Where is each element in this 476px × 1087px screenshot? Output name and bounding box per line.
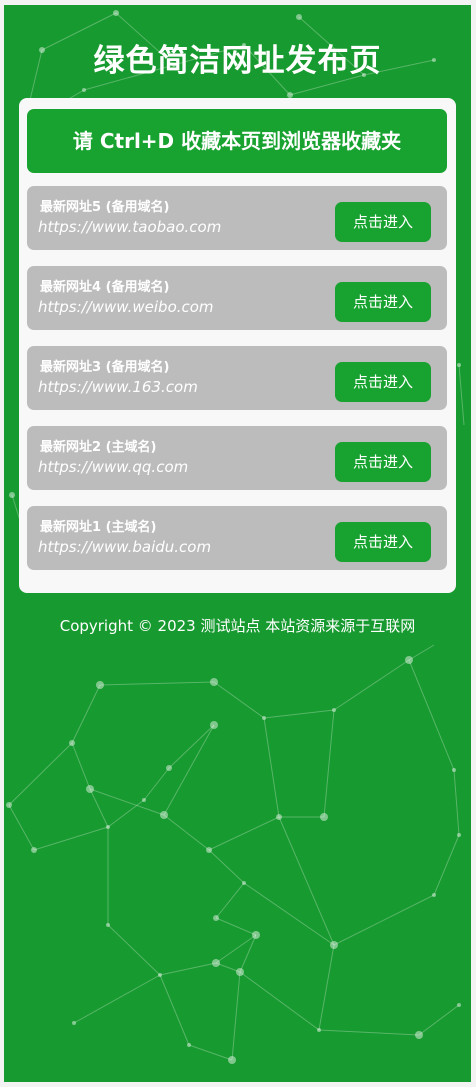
link-label: 最新网址3 (备用域名) <box>40 360 170 375</box>
enter-button[interactable]: 点击进入 <box>335 362 431 402</box>
link-url: https://www.weibo.com <box>38 298 214 316</box>
link-label: 最新网址4 (备用域名) <box>40 280 170 295</box>
link-label: 最新网址2 (主域名) <box>40 440 157 455</box>
page-background: 绿色简洁网址发布页 请 Ctrl+D 收藏本页到浏览器收藏夹 最新网址5 (备用… <box>4 5 471 1082</box>
bookmark-notice: 请 Ctrl+D 收藏本页到浏览器收藏夹 <box>27 109 447 173</box>
link-row-3: 最新网址3 (备用域名) https://www.163.com 点击进入 <box>27 346 447 410</box>
link-row-4: 最新网址4 (备用域名) https://www.weibo.com 点击进入 <box>27 266 447 330</box>
enter-button[interactable]: 点击进入 <box>335 442 431 482</box>
link-row-5: 最新网址5 (备用域名) https://www.taobao.com 点击进入 <box>27 186 447 250</box>
link-label: 最新网址1 (主域名) <box>40 520 157 535</box>
enter-button[interactable]: 点击进入 <box>335 202 431 242</box>
enter-button[interactable]: 点击进入 <box>335 522 431 562</box>
link-row-1: 最新网址1 (主域名) https://www.baidu.com 点击进入 <box>27 506 447 570</box>
link-label: 最新网址5 (备用域名) <box>40 200 170 215</box>
link-url: https://www.qq.com <box>38 458 189 476</box>
copyright-footer: Copyright © 2023 测试站点 本站资源来源于互联网 <box>59 617 416 635</box>
link-row-2: 最新网址2 (主域名) https://www.qq.com 点击进入 <box>27 426 447 490</box>
enter-button[interactable]: 点击进入 <box>335 282 431 322</box>
link-url: https://www.163.com <box>38 378 198 396</box>
page-title: 绿色简洁网址发布页 <box>93 43 382 79</box>
link-url: https://www.baidu.com <box>38 538 212 556</box>
links-panel: 请 Ctrl+D 收藏本页到浏览器收藏夹 最新网址5 (备用域名) https:… <box>19 98 456 593</box>
link-url: https://www.taobao.com <box>38 218 222 236</box>
